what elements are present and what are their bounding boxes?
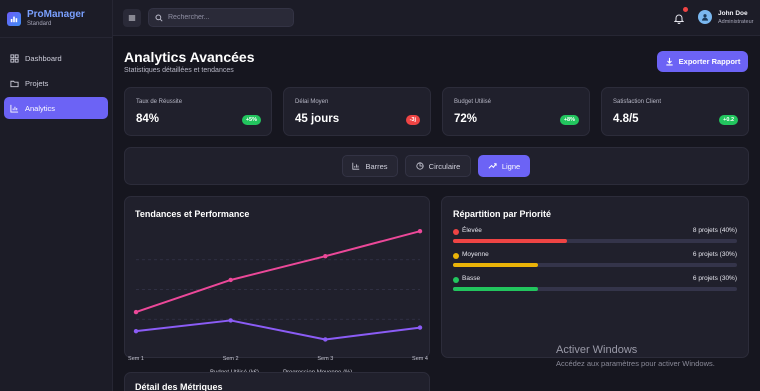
export-report-button[interactable]: Exporter Rapport <box>657 51 748 72</box>
brand[interactable]: ProManager Standard <box>0 0 112 38</box>
priority-panel-title: Répartition par Priorité <box>453 209 552 219</box>
search-input[interactable] <box>168 14 288 21</box>
stat-badge: -3j <box>405 115 420 125</box>
export-label: Exporter Rapport <box>678 57 741 66</box>
trend-panel-title: Tendances et Performance <box>135 209 250 219</box>
stat-badge: +0.2 <box>719 115 738 125</box>
activation-watermark-title: Activer Windows <box>556 344 638 356</box>
stat-label: Taux de Réussite <box>136 99 183 105</box>
priority-progress-track <box>453 263 737 267</box>
sidebar-nav: Dashboard Projets Analytics <box>0 38 112 119</box>
user-role: Administrateur <box>718 19 754 25</box>
hamburger-icon <box>128 15 136 21</box>
data-point-0-1[interactable] <box>228 318 233 323</box>
priority-count: 6 projets (30%) <box>692 251 737 258</box>
notification-button[interactable] <box>673 7 688 24</box>
priority-label: Élevée <box>462 227 482 234</box>
bell-icon <box>673 14 685 24</box>
tab-label: Barres <box>365 161 388 171</box>
page-title: Analytics Avancées <box>124 49 255 65</box>
priority-progress-fill <box>453 239 567 243</box>
priority-progress-fill <box>453 263 539 267</box>
sidebar-item-label: Dashboard <box>25 53 62 63</box>
sidebar-item-analytics[interactable]: Analytics <box>4 97 108 119</box>
x-tick-label: Sem 4 <box>412 356 428 362</box>
stat-label: Délai Moyen <box>295 99 329 105</box>
search-box <box>148 8 294 27</box>
data-point-0-3[interactable] <box>417 325 423 330</box>
tab-circular[interactable]: Circulaire <box>405 155 471 177</box>
brand-name: ProManager <box>27 9 85 20</box>
sidebar-item-projets[interactable]: Projets <box>4 72 108 94</box>
topbar: John Doe Administrateur <box>113 0 760 36</box>
stat-card-budget-used: Budget Utilisé 72% +8% <box>442 87 590 136</box>
tab-label: Circulaire <box>428 161 461 171</box>
data-point-0-2[interactable] <box>323 337 328 342</box>
series-line-0 <box>135 319 421 341</box>
priority-label: Moyenne <box>462 251 489 258</box>
sidebar-item-label: Projets <box>25 78 49 88</box>
data-point-1-3[interactable] <box>417 228 423 234</box>
user-icon <box>701 14 709 21</box>
x-tick-label: Sem 2 <box>223 356 239 362</box>
priority-count: 8 projets (40%) <box>692 227 737 234</box>
stat-label: Budget Utilisé <box>454 99 492 105</box>
trend-line-chart: Sem 1 Sem 2 Sem 3 Sem 4 <box>128 228 428 362</box>
priority-dot <box>453 229 459 235</box>
brand-plan: Standard <box>27 21 52 27</box>
stat-label: Satisfaction Client <box>613 99 662 105</box>
trend-icon <box>488 162 497 170</box>
sidebar: ProManager Standard Dashboard Projets An… <box>0 0 113 391</box>
user-name: John Doe <box>718 10 748 17</box>
priority-progress-track <box>453 287 737 291</box>
tab-label: Ligne <box>501 161 521 171</box>
stat-badge: +5% <box>241 115 261 125</box>
tab-line[interactable]: Ligne <box>478 155 530 177</box>
folder-icon <box>10 79 19 88</box>
data-point-0-0[interactable] <box>133 328 139 334</box>
activation-watermark-subtitle: Accédez aux paramètres pour activer Wind… <box>556 359 715 368</box>
priority-dot <box>453 277 459 283</box>
stat-value: 4.8/5 <box>613 113 639 125</box>
stat-badge: +8% <box>559 115 579 125</box>
sidebar-item-label: Analytics <box>25 103 56 113</box>
page-subtitle: Statistiques détaillées et tendances <box>124 67 234 74</box>
data-point-1-2[interactable] <box>323 253 328 259</box>
x-tick-label: Sem 1 <box>128 356 144 362</box>
x-tick-label: Sem 3 <box>317 356 333 362</box>
data-point-1-1[interactable] <box>228 277 233 283</box>
priority-progress-fill <box>453 287 539 291</box>
priority-progress-track <box>453 239 737 243</box>
priority-label: Basse <box>462 275 481 282</box>
notification-dot <box>683 7 688 12</box>
priority-dot <box>453 253 459 259</box>
chart-bar-icon <box>7 11 21 26</box>
download-icon <box>665 57 674 66</box>
stat-card-success-rate: Taux de Réussite 84% +5% <box>124 87 272 136</box>
dashboard-icon <box>10 53 19 63</box>
series-line-1 <box>135 230 421 314</box>
stat-card-client-satisfaction: Satisfaction Client 4.8/5 +0.2 <box>601 87 749 136</box>
bar-chart-icon <box>352 162 360 170</box>
pie-chart-icon <box>416 162 424 170</box>
stat-card-average-delay: Délai Moyen 45 jours -3j <box>283 87 431 136</box>
tab-bars[interactable]: Barres <box>342 155 398 177</box>
sidebar-item-dashboard[interactable]: Dashboard <box>4 47 108 69</box>
chart-bar-icon <box>10 104 19 113</box>
stat-value: 45 jours <box>295 113 340 125</box>
stat-value: 72% <box>454 113 478 125</box>
stat-value: 84% <box>136 113 160 125</box>
data-point-1-0[interactable] <box>133 309 139 315</box>
details-title: Détail des Métriques <box>135 382 223 391</box>
avatar[interactable] <box>698 10 712 24</box>
search-icon <box>155 13 163 22</box>
priority-count: 6 projets (30%) <box>692 275 737 282</box>
menu-button[interactable] <box>123 9 141 27</box>
